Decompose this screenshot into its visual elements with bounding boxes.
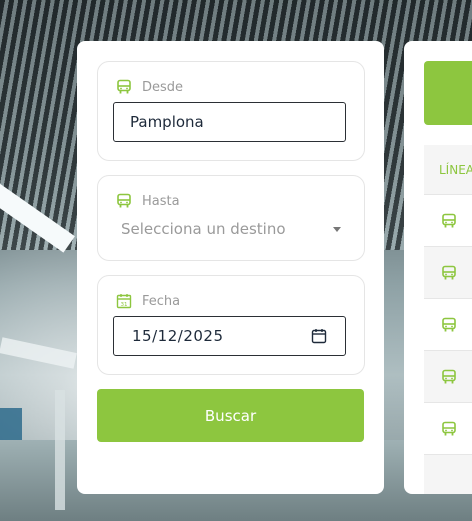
results-card: LÍNEA — [404, 41, 472, 494]
from-group: Desde Pamplona — [97, 61, 365, 161]
table-row[interactable] — [424, 247, 472, 299]
bus-icon — [441, 421, 457, 437]
table-row[interactable] — [424, 195, 472, 247]
bus-icon — [441, 317, 457, 333]
results-action-button[interactable] — [424, 61, 472, 125]
from-label: Desde — [142, 79, 184, 95]
bus-icon — [116, 193, 134, 209]
table-row[interactable] — [424, 455, 472, 494]
bus-icon — [441, 213, 457, 229]
table-row[interactable] — [424, 403, 472, 455]
table-row[interactable] — [424, 299, 472, 351]
date-day: 15 — [132, 327, 153, 345]
date-year: 2025 — [183, 327, 224, 345]
date-group: 31 Fecha 15/12/2025 — [97, 275, 365, 375]
to-group: Hasta Selecciona un destino — [97, 175, 365, 261]
from-input[interactable]: Pamplona — [113, 102, 346, 142]
calendar-picker-icon[interactable] — [311, 328, 327, 344]
svg-text:31: 31 — [121, 302, 128, 308]
date-input[interactable]: 15/12/2025 — [113, 316, 346, 356]
date-label: Fecha — [142, 293, 181, 309]
bus-icon — [116, 79, 134, 95]
column-header-line: LÍNEA — [424, 145, 472, 195]
table-row[interactable] — [424, 351, 472, 403]
to-label: Hasta — [142, 193, 180, 209]
search-button[interactable]: Buscar — [97, 389, 364, 442]
date-value: 15/12/2025 — [132, 327, 224, 345]
search-form-card: Desde Pamplona Hasta Selecciona un desti… — [77, 41, 384, 494]
bus-icon — [441, 265, 457, 281]
destination-placeholder: Selecciona un destino — [121, 220, 286, 238]
destination-select[interactable]: Selecciona un destino — [121, 220, 347, 238]
chevron-down-icon — [333, 226, 341, 232]
bus-icon — [441, 369, 457, 385]
calendar-icon: 31 — [116, 293, 134, 309]
date-month: 12 — [157, 327, 178, 345]
